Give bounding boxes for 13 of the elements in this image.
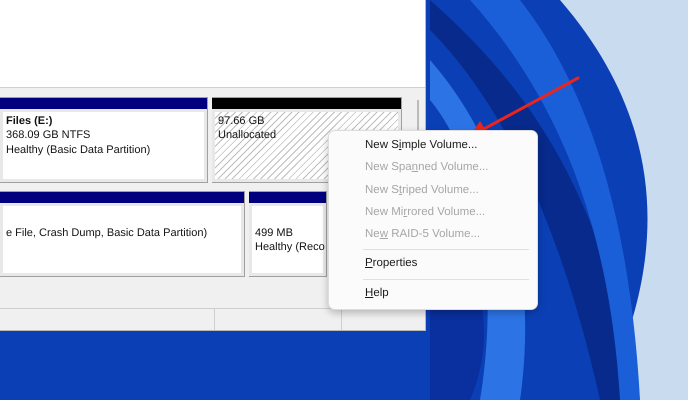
partition-label: Files (E:) <box>6 114 52 128</box>
menu-item[interactable]: Help <box>333 282 529 305</box>
partition-info: 499 MB <box>255 226 293 240</box>
partition[interactable]: Files (E:) 368.09 GB NTFS Healthy (Basic Data Partition) <box>0 97 208 183</box>
partition-info: Unallocated <box>218 128 276 143</box>
partition-info: Healthy (Basic Data Partition) <box>6 142 150 157</box>
partition-info: 368.09 GB NTFS <box>6 128 90 143</box>
partition-info: 97.66 GB <box>218 114 264 128</box>
partition[interactable]: 499 MB Healthy (Reco <box>249 191 327 277</box>
menu-item[interactable]: Properties <box>333 253 529 276</box>
partition-info: e File, Crash Dump, Basic Data Partition) <box>6 226 208 240</box>
partition[interactable]: e File, Crash Dump, Basic Data Partition) <box>0 191 245 277</box>
partition-info: Healthy (Reco <box>255 240 325 255</box>
